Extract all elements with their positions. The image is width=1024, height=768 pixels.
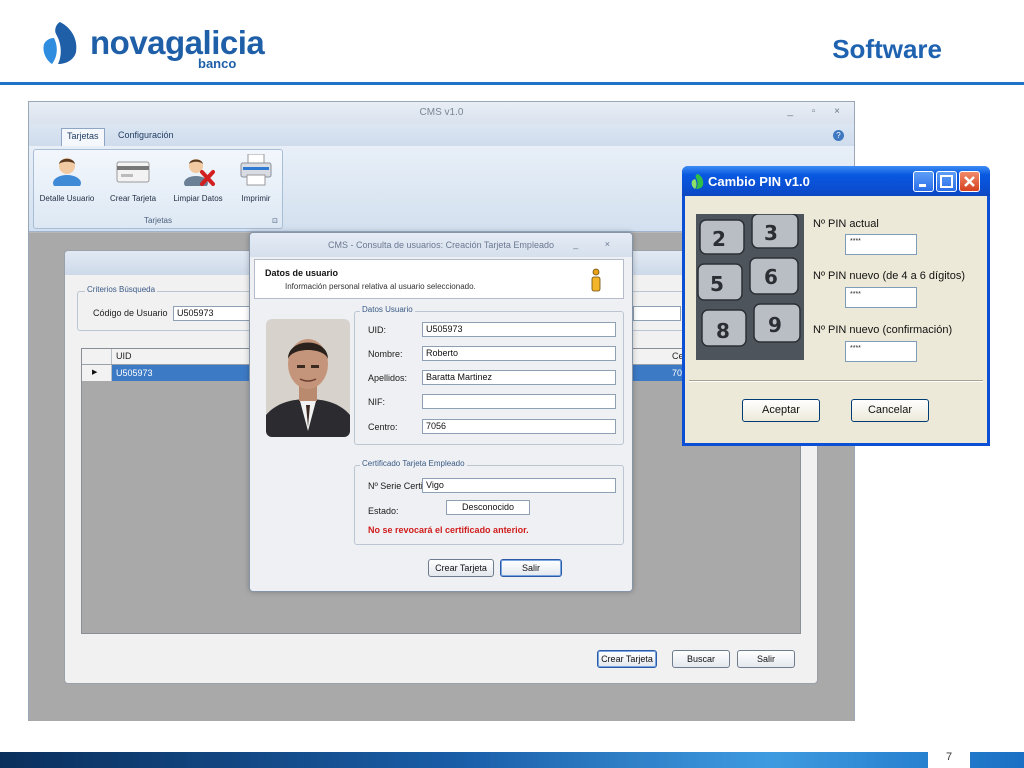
estado-field: Desconocido (446, 500, 530, 515)
uid-label: UID: (368, 325, 386, 335)
datos-usuario-title: Datos Usuario (360, 305, 415, 314)
app-logo-icon (691, 174, 704, 189)
user-icon (53, 158, 81, 186)
pin-titlebar: Cambio PIN v1.0 (682, 166, 990, 196)
salir-button[interactable]: Salir (737, 650, 795, 668)
uid-field[interactable]: U505973 (422, 322, 616, 337)
apellidos-label: Apellidos: (368, 373, 408, 383)
pin-actual-input[interactable]: **** (845, 234, 917, 255)
crear-tarjeta-ribbon-label: Crear Tarjeta (109, 194, 157, 203)
tab-tarjetas[interactable]: Tarjetas (61, 128, 105, 146)
pin-actual-label: Nº PIN actual (813, 218, 879, 230)
dialog-info-header: Datos de usuario Información personal re… (254, 259, 624, 299)
serie-field[interactable]: Vigo (422, 478, 616, 493)
aceptar-button[interactable]: Aceptar (742, 399, 820, 422)
user-delete-icon (184, 159, 215, 186)
close-icon (964, 176, 975, 187)
grid-col-uid[interactable]: UID (116, 351, 132, 361)
nif-field[interactable] (422, 394, 616, 409)
app-titlebar: CMS v1.0 _ ▫ × (29, 102, 854, 124)
help-icon[interactable]: ? (833, 130, 844, 141)
row-selector-icon: ▶ (82, 365, 112, 381)
imprimir-label: Imprimir (241, 194, 271, 203)
detalle-usuario-label: Detalle Usuario (39, 194, 95, 203)
crear-tarjeta-button[interactable]: Crear Tarjeta (597, 650, 657, 668)
apellidos-field[interactable]: Baratta Martinez (422, 370, 616, 385)
pin-nuevo-input[interactable]: **** (845, 287, 917, 308)
ribbon-group-label: Tarjetas (143, 216, 172, 225)
tab-configuracion[interactable]: Configuración (113, 128, 179, 146)
pin-nuevo-label: Nº PIN nuevo (de 4 a 6 dígitos) (813, 270, 965, 282)
keypad-photo: 2 3 5 6 8 9 (696, 214, 804, 360)
limpiar-datos-button[interactable]: Limpiar Datos (166, 154, 230, 208)
keypad-key-6: 6 (764, 265, 778, 289)
crear-tarjeta-ribbon-button[interactable]: Crear Tarjeta (102, 154, 164, 208)
revocation-warning: No se revocará el certificado anterior. (368, 525, 529, 535)
footer-bar (0, 752, 1024, 768)
slide-title: Software (832, 34, 942, 64)
cancelar-button[interactable]: Cancelar (851, 399, 929, 422)
ribbon-tabbar: Tarjetas Configuración ? (29, 124, 854, 146)
certificado-title: Certificado Tarjeta Empleado (360, 459, 467, 468)
limpiar-datos-label: Limpiar Datos (173, 194, 223, 203)
nombre-label: Nombre: (368, 349, 403, 359)
dialog-header-title: Datos de usuario (265, 268, 339, 278)
maximize-button[interactable] (936, 171, 957, 192)
keypad-key-5: 5 (710, 272, 724, 296)
imprimir-button[interactable]: Imprimir (232, 154, 280, 208)
ribbon-group-tarjetas: Detalle Usuario Crear Tarjeta Limpiar Da… (33, 149, 283, 229)
bank-logo: novagalicia banco (38, 20, 265, 71)
group-launcher-icon[interactable]: ⊡ (272, 217, 278, 225)
pin-separator (689, 380, 983, 382)
nif-label: NIF: (368, 397, 385, 407)
window-controls[interactable]: _ ▫ × (787, 106, 848, 117)
secondary-filter-input[interactable] (633, 306, 681, 321)
cambio-pin-window: Cambio PIN v1.0 2 3 5 6 8 9 Nº PIN actua… (682, 166, 990, 446)
detalle-usuario-button[interactable]: Detalle Usuario (34, 154, 100, 208)
logo-subtext: banco (198, 56, 237, 71)
nombre-field[interactable]: Roberto (422, 346, 616, 361)
dialog-titlebar: CMS - Consulta de usuarios: Creación Tar… (250, 233, 632, 257)
logo-text: novagalicia (90, 24, 265, 61)
card-icon (116, 161, 150, 183)
centro-field[interactable]: 7056 (422, 419, 616, 434)
maximize-icon (940, 175, 953, 188)
page-number: 7 (945, 751, 953, 763)
user-code-label: Código de Usuario (93, 308, 168, 318)
estado-label: Estado: (368, 506, 399, 516)
consulta-usuarios-dialog: CMS - Consulta de usuarios: Creación Tar… (249, 232, 633, 592)
user-photo (266, 319, 350, 437)
app-title: CMS v1.0 (419, 107, 464, 118)
pin-confirmacion-input[interactable]: **** (845, 341, 917, 362)
logo-mark-icon (43, 22, 77, 64)
minimize-button[interactable] (913, 171, 934, 192)
buscar-button[interactable]: Buscar (672, 650, 730, 668)
row-uid: U505973 (116, 368, 153, 378)
header-divider (0, 82, 1024, 85)
dialog-window-controls[interactable]: _ × (573, 239, 622, 249)
keypad-key-9: 9 (768, 313, 782, 337)
info-icon (591, 268, 601, 292)
keypad-key-2: 2 (712, 227, 726, 251)
search-criteria-title: Criterios Búsqueda (85, 285, 158, 294)
close-button[interactable] (959, 171, 980, 192)
printer-icon (240, 154, 272, 186)
centro-label: Centro: (368, 422, 398, 432)
pin-confirmacion-label: Nº PIN nuevo (confirmación) (813, 324, 953, 336)
minimize-icon (919, 184, 926, 187)
dialog-salir-button[interactable]: Salir (500, 559, 562, 577)
keypad-key-8: 8 (716, 319, 730, 343)
keypad-key-3: 3 (764, 221, 778, 245)
pin-window-title: Cambio PIN v1.0 (708, 174, 810, 189)
dialog-header-subtitle: Información personal relativa al usuario… (285, 282, 476, 291)
user-code-input[interactable]: U505973 (173, 306, 253, 321)
grid-row-header (82, 349, 112, 364)
dialog-crear-tarjeta-button[interactable]: Crear Tarjeta (428, 559, 494, 577)
